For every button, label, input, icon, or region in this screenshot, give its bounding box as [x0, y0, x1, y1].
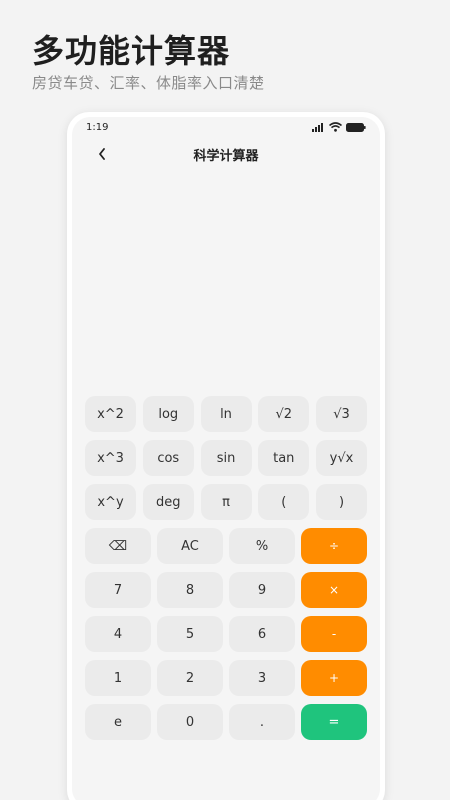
promo-subtitle: 房贷车贷、汇率、体脂率入口清楚: [32, 74, 265, 92]
key-add[interactable]: +: [301, 660, 367, 696]
key-x-power-y[interactable]: x^y: [85, 484, 136, 520]
key-x-cubed[interactable]: x^3: [85, 440, 136, 476]
key-sqrt-3[interactable]: √3: [316, 396, 367, 432]
status-icons: [312, 122, 366, 132]
calculator-display: [82, 173, 370, 393]
key-percent[interactable]: %: [229, 528, 295, 564]
standard-row: e 0 . =: [85, 704, 367, 740]
key-0[interactable]: 0: [157, 704, 223, 740]
key-1[interactable]: 1: [85, 660, 151, 696]
scientific-row: x^y deg π ( ): [85, 484, 367, 520]
key-9[interactable]: 9: [229, 572, 295, 608]
key-divide[interactable]: ÷: [301, 528, 367, 564]
signal-icon: [312, 122, 323, 132]
key-open-paren[interactable]: (: [258, 484, 310, 520]
keypad: x^2 log ln √2 √3 x^3 cos sin tan y√x x^y…: [85, 396, 367, 748]
nav-bar: 科学计算器: [72, 139, 380, 169]
status-time: 1:19: [86, 122, 109, 133]
key-all-clear[interactable]: AC: [157, 528, 223, 564]
page-title: 科学计算器: [193, 149, 259, 164]
key-multiply[interactable]: ×: [301, 572, 367, 608]
key-sqrt-2[interactable]: √2: [258, 396, 310, 432]
scientific-row: x^3 cos sin tan y√x: [85, 440, 367, 476]
key-log[interactable]: log: [142, 396, 194, 432]
wifi-icon: [329, 122, 342, 132]
battery-icon: [346, 122, 366, 132]
key-sin[interactable]: sin: [200, 440, 252, 476]
promo-title: 多功能计算器: [32, 32, 231, 70]
key-2[interactable]: 2: [157, 660, 223, 696]
key-decimal[interactable]: .: [229, 704, 295, 740]
key-5[interactable]: 5: [157, 616, 223, 652]
phone-frame: 1:19 科学计算器 x^2 log ln √2 √3 x^3 cos sin …: [67, 112, 385, 800]
key-y-root-x[interactable]: y√x: [316, 440, 367, 476]
standard-row: 1 2 3 +: [85, 660, 367, 696]
key-4[interactable]: 4: [85, 616, 151, 652]
key-e[interactable]: e: [85, 704, 151, 740]
key-subtract[interactable]: -: [301, 616, 367, 652]
key-backspace[interactable]: ⌫: [85, 528, 151, 564]
key-close-paren[interactable]: ): [316, 484, 367, 520]
standard-row: 7 8 9 ×: [85, 572, 367, 608]
key-x-squared[interactable]: x^2: [85, 396, 136, 432]
key-pi[interactable]: π: [200, 484, 252, 520]
key-3[interactable]: 3: [229, 660, 295, 696]
key-tan[interactable]: tan: [258, 440, 310, 476]
key-7[interactable]: 7: [85, 572, 151, 608]
key-equals[interactable]: =: [301, 704, 367, 740]
key-8[interactable]: 8: [157, 572, 223, 608]
status-bar: 1:19: [72, 117, 380, 139]
key-cos[interactable]: cos: [142, 440, 194, 476]
calculator-screen: 1:19 科学计算器 x^2 log ln √2 √3 x^3 cos sin …: [72, 117, 380, 800]
key-ln[interactable]: ln: [200, 396, 252, 432]
key-6[interactable]: 6: [229, 616, 295, 652]
standard-row: ⌫ AC % ÷: [85, 528, 367, 564]
standard-row: 4 5 6 -: [85, 616, 367, 652]
scientific-row: x^2 log ln √2 √3: [85, 396, 367, 432]
key-deg[interactable]: deg: [142, 484, 194, 520]
